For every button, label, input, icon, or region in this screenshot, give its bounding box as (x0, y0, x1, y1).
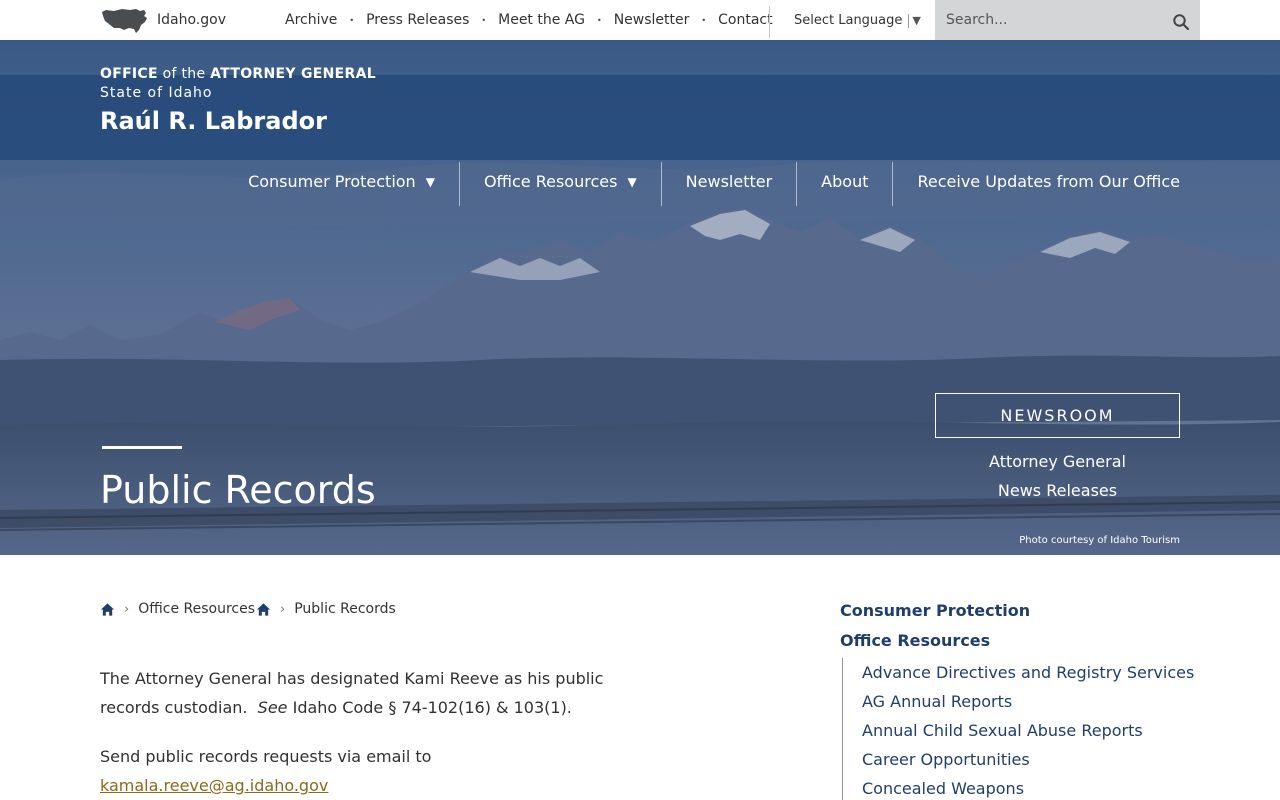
language-select[interactable]: Select Language ▼ (794, 13, 921, 28)
brand-of-the: of the (157, 66, 211, 82)
brand-attorney-general: ATTORNEY GENERAL (210, 66, 376, 82)
usa-map-icon (102, 9, 147, 33)
util-dot: • (596, 15, 602, 25)
main-content: The Attorney General has designated Kami… (100, 664, 660, 800)
see-text: See (257, 698, 288, 717)
nav-consumer-protection-label: Consumer Protection (248, 172, 416, 191)
sidebar-consumer-protection[interactable]: Consumer Protection (840, 596, 1200, 626)
language-separator (908, 13, 910, 28)
idaho-gov-link[interactable]: Idaho.gov (100, 6, 226, 34)
util-link-newsletter[interactable]: Newsletter (614, 12, 690, 28)
caret-down-icon: ▼ (627, 175, 637, 189)
brand-state: State of Idaho (100, 85, 213, 101)
main-nav: Consumer Protection ▼ Office Resources ▼ N… (248, 162, 1180, 206)
sidebar-nav: Consumer Protection Office Resources Adv… (840, 596, 1200, 800)
home-icon (256, 602, 271, 616)
newsroom-links: Attorney General News Releases (935, 447, 1180, 505)
newsroom-link-news-releases[interactable]: News Releases (935, 476, 1180, 505)
sidebar-office-resources-list: Advance Directives and Registry Services… (842, 658, 1200, 800)
idaho-gov-label: Idaho.gov (157, 12, 226, 28)
language-select-label: Select Language (794, 13, 903, 28)
sidebar-item-concealed-weapons[interactable]: Concealed Weapons (862, 774, 1200, 800)
home-icon[interactable] (100, 602, 115, 617)
util-dot: • (481, 15, 487, 25)
utility-nav: Archive • Press Releases • Meet the AG •… (285, 0, 773, 40)
nav-about[interactable]: About (797, 162, 892, 206)
search-input[interactable] (935, 0, 1165, 40)
page-title: Public Records (100, 468, 376, 512)
dropdown-arrow-icon: ▼ (912, 14, 921, 27)
title-rule (102, 446, 182, 449)
nav-office-resources-label: Office Resources (483, 172, 618, 191)
nav-office-resources[interactable]: Office Resources ▼ (460, 162, 661, 206)
nav-newsletter[interactable]: Newsletter (662, 162, 797, 206)
util-dot: • (701, 15, 707, 25)
sidebar-item-ag-annual-reports[interactable]: AG Annual Reports (862, 687, 1200, 716)
breadcrumb-public-records: Public Records (294, 601, 396, 617)
sidebar-office-resources[interactable]: Office Resources (840, 626, 1200, 656)
breadcrumb: › Office Resources › Public Records (100, 599, 396, 619)
breadcrumb-office-resources[interactable]: Office Resources (138, 601, 255, 617)
email-intro-text: Send public records requests via email t… (100, 747, 432, 766)
nav-receive-updates[interactable]: Receive Updates from Our Office (893, 162, 1180, 206)
caret-down-icon: ▼ (425, 175, 435, 189)
sidebar-item-child-abuse-reports[interactable]: Annual Child Sexual Abuse Reports (862, 716, 1200, 745)
util-link-contact[interactable]: Contact (718, 12, 772, 28)
brand-office-line: OFFICE of the ATTORNEY GENERAL (100, 66, 376, 82)
util-link-meet-the-ag[interactable]: Meet the AG (498, 12, 585, 28)
nav-consumer-protection[interactable]: Consumer Protection ▼ (248, 162, 459, 206)
util-link-archive[interactable]: Archive (285, 12, 337, 28)
breadcrumb-chevron-icon: › (280, 601, 286, 617)
newsroom-button[interactable]: NEWSROOM (935, 393, 1180, 438)
util-dot: • (349, 15, 355, 25)
brand-name: Raúl R. Labrador (100, 107, 327, 135)
brand-office: OFFICE (100, 66, 158, 82)
sidebar-item-career-opportunities[interactable]: Career Opportunities (862, 745, 1200, 774)
newsroom-link-attorney-general[interactable]: Attorney General (935, 447, 1180, 476)
email-paragraph: Send public records requests via email t… (100, 742, 660, 800)
photo-credit: Photo courtesy of Idaho Tourism (1019, 535, 1180, 546)
util-link-press-releases[interactable]: Press Releases (366, 12, 469, 28)
custodian-email-link[interactable]: kamala.reeve@ag.idaho.gov (100, 776, 328, 795)
search-box (935, 0, 1200, 40)
search-icon[interactable] (1172, 13, 1190, 31)
idaho-code-text: Idaho Code § 74-102(16) & 103(1). (292, 698, 572, 717)
custodian-paragraph: The Attorney General has designated Kami… (100, 664, 660, 722)
utility-divider (769, 6, 770, 38)
sidebar-item-advance-directives[interactable]: Advance Directives and Registry Services (862, 658, 1200, 687)
breadcrumb-chevron-icon: › (124, 601, 130, 617)
site-brand[interactable]: OFFICE of the ATTORNEY GENERAL State of … (100, 66, 376, 135)
utility-bar: Idaho.gov Archive • Press Releases • Mee… (0, 0, 1280, 40)
